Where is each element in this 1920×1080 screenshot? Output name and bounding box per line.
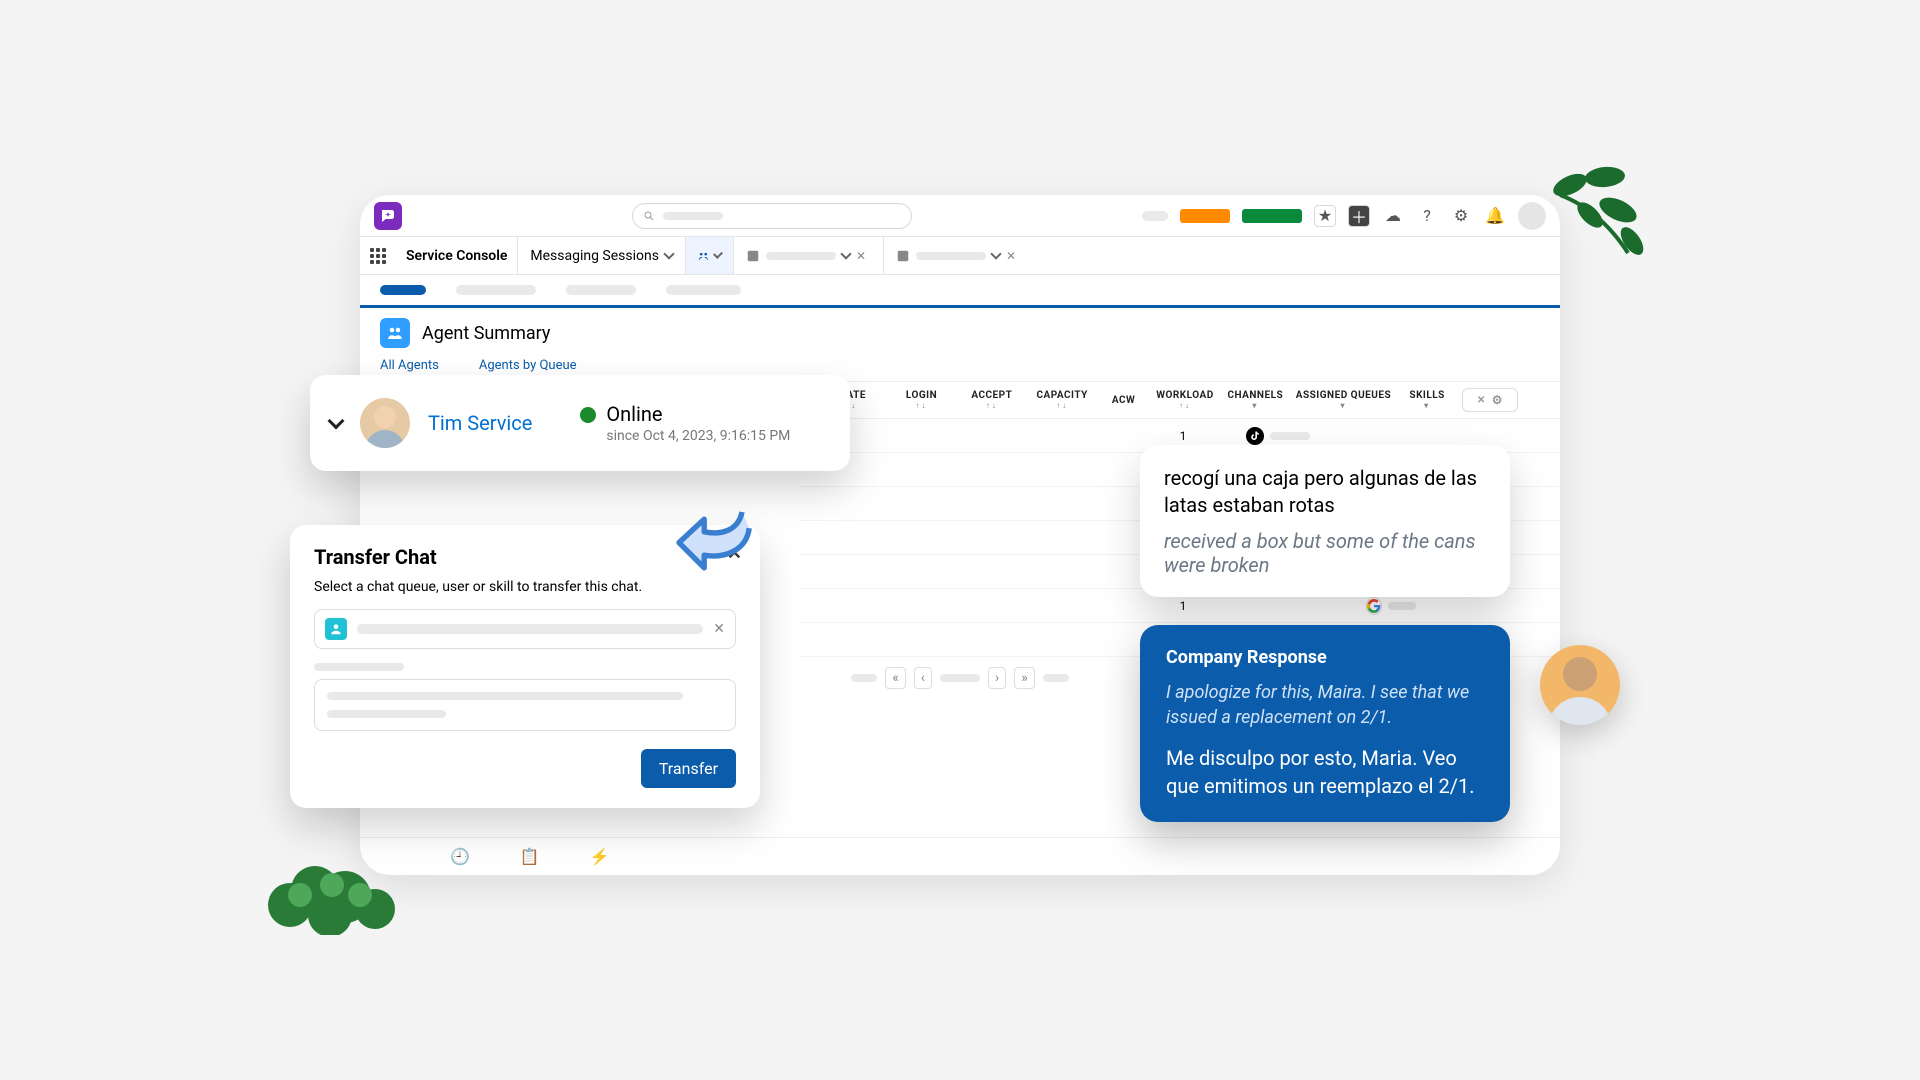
subtab-active[interactable] xyxy=(380,285,426,295)
agent-status-card: Tim Service Online since Oct 4, 2023, 9:… xyxy=(310,375,850,471)
agent-avatar xyxy=(360,398,410,448)
view-all-agents[interactable]: All Agents xyxy=(380,358,439,373)
subtab[interactable] xyxy=(666,285,741,295)
column-accept[interactable]: ACCEPT↑↓ xyxy=(961,390,1023,410)
customer-message-bubble: recogí una caja pero algunas de las lata… xyxy=(1140,445,1510,597)
help-icon[interactable]: ? xyxy=(1416,205,1438,227)
page-header: Agent Summary xyxy=(360,308,1560,358)
notifications-icon[interactable]: 🔔 xyxy=(1484,205,1506,227)
column-assigned-queues[interactable]: ASSIGNED QUEUES▾ xyxy=(1294,390,1392,410)
transfer-note-field[interactable] xyxy=(314,679,736,731)
modal-subtitle: Select a chat queue, user or skill to tr… xyxy=(314,579,736,595)
message-translation: received a box but some of the cans were… xyxy=(1164,529,1486,577)
utility-bar: 🕘 📋 ⚡ xyxy=(360,837,1560,875)
transfer-button[interactable]: Transfer xyxy=(641,749,736,788)
column-login[interactable]: LOGIN↑↓ xyxy=(890,390,952,410)
agent-name[interactable]: Tim Service xyxy=(428,411,532,435)
decoration-bush xyxy=(260,835,410,939)
tab-record-1[interactable]: ✕ xyxy=(733,237,883,274)
subtab[interactable] xyxy=(456,285,536,295)
status-dot-online xyxy=(580,407,596,423)
pager-prev[interactable]: ‹ xyxy=(914,667,932,689)
tab-close[interactable]: ✕ xyxy=(1006,249,1016,263)
favorite-button[interactable]: ★ xyxy=(1314,205,1336,227)
google-icon xyxy=(1366,597,1382,615)
tab-close[interactable]: ✕ xyxy=(856,249,866,263)
chevron-down-icon xyxy=(840,248,851,259)
pager-first[interactable]: « xyxy=(885,667,906,689)
clear-field[interactable]: ✕ xyxy=(713,621,725,637)
message-original: recogí una caja pero algunas de las lata… xyxy=(1164,465,1486,519)
table-settings-button[interactable]: ✕ ⚙ xyxy=(1462,388,1518,412)
salesforce-icon[interactable]: ☁ xyxy=(1382,205,1404,227)
response-english: I apologize for this, Maira. I see that … xyxy=(1166,680,1484,730)
column-acw[interactable]: ACW xyxy=(1101,395,1146,406)
tab-label: Messaging Sessions xyxy=(530,248,659,264)
app-title: Service Console xyxy=(396,248,517,264)
settings-icon[interactable]: ⚙ xyxy=(1450,205,1472,227)
customer-avatar xyxy=(1540,645,1620,725)
view-agents-by-queue[interactable]: Agents by Queue xyxy=(479,358,577,373)
omni-icon xyxy=(698,248,709,264)
chevron-down-icon xyxy=(663,248,674,259)
history-icon[interactable]: 🕘 xyxy=(450,847,470,866)
subtabs xyxy=(360,275,1560,308)
notes-icon[interactable]: 📋 xyxy=(520,847,540,866)
global-header: ★ ＋ ☁ ? ⚙ 🔔 xyxy=(360,195,1560,237)
reply-arrow-icon xyxy=(670,485,760,579)
search-icon xyxy=(643,210,655,222)
app-launcher[interactable] xyxy=(360,248,396,264)
add-button[interactable]: ＋ xyxy=(1348,205,1370,227)
pager-last[interactable]: » xyxy=(1014,667,1035,689)
company-response-bubble: Company Response I apologize for this, M… xyxy=(1140,625,1510,822)
tab-record-2[interactable]: ✕ xyxy=(883,237,1033,274)
record-icon xyxy=(896,249,910,263)
tiktok-icon xyxy=(1246,427,1264,445)
tab-omni[interactable] xyxy=(685,237,733,274)
user-icon xyxy=(325,618,347,640)
chevron-down-icon xyxy=(990,248,1001,259)
agent-status: Online since Oct 4, 2023, 9:16:15 PM xyxy=(580,402,790,444)
record-icon xyxy=(746,249,760,263)
subtab[interactable] xyxy=(566,285,636,295)
column-skills[interactable]: SKILLS▾ xyxy=(1400,390,1453,410)
status-since: since Oct 4, 2023, 9:16:15 PM xyxy=(606,428,790,444)
column-capacity[interactable]: CAPACITY↑↓ xyxy=(1031,390,1093,410)
agent-summary-icon xyxy=(380,318,410,348)
transfer-target-field[interactable]: ✕ xyxy=(314,609,736,649)
column-channels[interactable]: CHANNELS▾ xyxy=(1224,390,1286,410)
app-logo xyxy=(374,202,402,230)
global-search[interactable] xyxy=(632,203,912,229)
chevron-down-icon xyxy=(713,249,723,259)
utility-pill-1 xyxy=(1180,209,1230,223)
pager-next[interactable]: › xyxy=(988,667,1006,689)
macros-icon[interactable]: ⚡ xyxy=(590,847,610,866)
status-label: Online xyxy=(606,402,662,426)
app-launcher-icon xyxy=(370,248,386,264)
decoration-leaves xyxy=(1510,155,1650,279)
page-title: Agent Summary xyxy=(422,323,550,344)
utility-pill-2 xyxy=(1242,209,1302,223)
workspace-tabs: Service Console Messaging Sessions ✕ ✕ xyxy=(360,237,1560,275)
field-label xyxy=(314,663,404,671)
chevron-down-icon[interactable] xyxy=(328,413,345,430)
tab-messaging-sessions[interactable]: Messaging Sessions xyxy=(517,237,685,274)
response-heading: Company Response xyxy=(1166,647,1484,668)
column-workload[interactable]: WORKLOAD↑↓ xyxy=(1154,390,1216,410)
response-spanish: Me disculpo por esto, Maria. Veo que emi… xyxy=(1166,744,1484,800)
